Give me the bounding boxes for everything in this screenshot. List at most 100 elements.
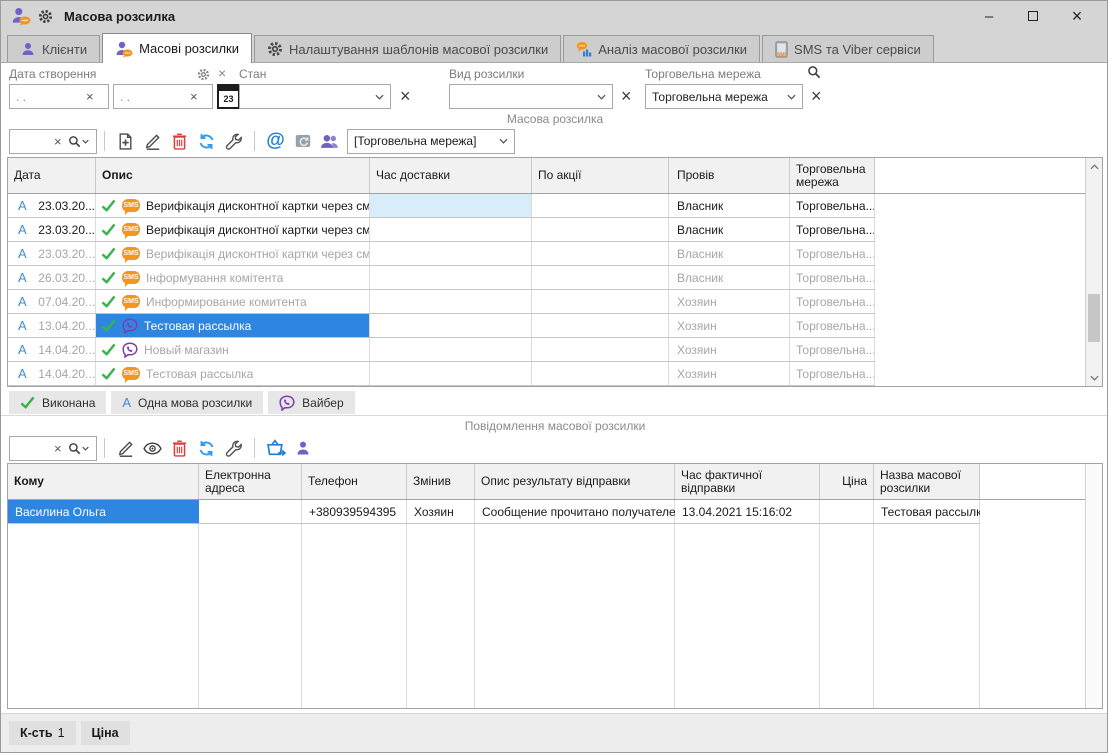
cell-trade-network[interactable]: Торговельна... — [790, 290, 875, 313]
cell-delivery-time[interactable] — [370, 218, 532, 241]
clear-mailing-kind-icon[interactable]: × — [621, 86, 632, 107]
cell-trade-network[interactable]: Торговельна... — [790, 194, 875, 217]
cell-description[interactable]: SMSВерифікація дисконтної картки через с… — [96, 242, 370, 265]
cell-promo[interactable] — [532, 242, 669, 265]
column-header-changed-by[interactable]: Змінив — [407, 464, 475, 499]
clear-trade-network-icon[interactable]: × — [811, 86, 822, 107]
cell-trade-network[interactable]: Торговельна... — [790, 338, 875, 361]
cell-description[interactable]: SMSВерифікація дисконтної картки через с… — [96, 194, 370, 217]
cell-date[interactable]: A14.04.20... — [8, 362, 96, 385]
column-header-delivery-time[interactable]: Час доставки — [370, 158, 532, 193]
cell-conducted-by[interactable]: Хозяин — [669, 290, 790, 313]
table-row[interactable]: Василина Ольга+380939594395ХозяинСообщен… — [8, 500, 980, 524]
cell-conducted-by[interactable]: Хозяин — [669, 314, 790, 337]
legend-item[interactable]: Виконана — [9, 391, 106, 414]
cell-conducted-by[interactable]: Хозяин — [669, 338, 790, 361]
cell-promo[interactable] — [532, 290, 669, 313]
cell-date[interactable]: A07.04.20... — [8, 290, 96, 313]
delete-button[interactable] — [166, 128, 193, 154]
email-button[interactable]: @ — [262, 128, 289, 154]
edit-button[interactable] — [139, 128, 166, 154]
cell-trade-network[interactable]: Торговельна... — [790, 242, 875, 265]
cell-date[interactable]: A23.03.20... — [8, 242, 96, 265]
tab-mailing-analysis[interactable]: Аналіз масової розсилки — [563, 35, 760, 62]
cell-description[interactable]: Новый магазин — [96, 338, 370, 361]
table-row[interactable]: A23.03.20...SMSВерифікація дисконтної ка… — [8, 194, 875, 218]
cell-trade-network[interactable]: Торговельна... — [790, 218, 875, 241]
search-input[interactable] — [10, 134, 48, 148]
cell-send-result[interactable]: Сообщение прочитано получателем — [475, 500, 675, 523]
cell-description[interactable]: SMSТестовая рассылка — [96, 362, 370, 385]
cell-send-time[interactable]: 13.04.2021 15:16:02 — [675, 500, 820, 523]
clear-state-icon[interactable]: × — [400, 86, 411, 107]
date-from-input[interactable] — [10, 90, 80, 104]
clear-search-icon[interactable]: × — [48, 441, 68, 456]
add-button[interactable] — [112, 128, 139, 154]
table-row[interactable]: A14.04.20...Новый магазин ХозяинТорговель… — [8, 338, 875, 362]
table-row[interactable]: A23.03.20...SMSВерифікація дисконтної ка… — [8, 218, 875, 242]
clear-date-to-icon[interactable]: × — [184, 89, 204, 104]
price-badge[interactable]: Ціна — [81, 721, 130, 745]
person-button[interactable] — [289, 435, 316, 461]
cell-changed-by[interactable]: Хозяин — [407, 500, 475, 523]
basket-button[interactable] — [262, 435, 289, 461]
refresh-button[interactable] — [193, 435, 220, 461]
cell-promo[interactable] — [532, 362, 669, 385]
date-to-field[interactable]: × — [113, 84, 213, 109]
cell-delivery-time[interactable] — [370, 314, 532, 337]
table-row[interactable]: A07.04.20...SMSИнформирование комитента Х… — [8, 290, 875, 314]
date-to-input[interactable] — [114, 90, 184, 104]
cell-promo[interactable] — [532, 266, 669, 289]
column-header-price[interactable]: Ціна — [820, 464, 874, 499]
cell-promo[interactable] — [532, 218, 669, 241]
tab-template-settings[interactable]: Налаштування шаблонів масової розсилки — [254, 35, 561, 62]
cell-delivery-time[interactable] — [370, 266, 532, 289]
cell-description[interactable]: SMSИнформирование комитента — [96, 290, 370, 313]
search-icon[interactable] — [68, 442, 81, 455]
cell-date[interactable]: A26.03.20... — [8, 266, 96, 289]
column-header-to[interactable]: Кому — [8, 464, 199, 499]
trade-network-select[interactable]: Торговельна мережа — [645, 84, 803, 109]
tab-mass-mailings[interactable]: Масові розсилки — [102, 33, 252, 63]
cell-description[interactable]: SMSІнформування комітента — [96, 266, 370, 289]
cell-date[interactable]: A13.04.20... — [8, 314, 96, 337]
column-header-date[interactable]: Дата — [8, 158, 96, 193]
filter-settings-icon[interactable] — [197, 68, 210, 81]
service-button[interactable] — [220, 435, 247, 461]
mailing-search-field[interactable]: × — [9, 129, 97, 154]
column-header-phone[interactable]: Телефон — [302, 464, 407, 499]
cell-delivery-time[interactable] — [370, 362, 532, 385]
service-button[interactable] — [220, 128, 247, 154]
calendar-button[interactable]: 23 — [217, 84, 240, 109]
column-header-email[interactable]: Електронна адреса — [199, 464, 302, 499]
cell-mailing-name[interactable]: Тестовая рассылка — [874, 500, 980, 523]
cell-price[interactable] — [820, 500, 874, 523]
close-button[interactable]: × — [1055, 1, 1099, 31]
cell-description[interactable]: SMSВерифікація дисконтної картки через с… — [96, 218, 370, 241]
legend-item[interactable]: AОдна мова розсилки — [111, 391, 263, 414]
cell-trade-network[interactable]: Торговельна... — [790, 314, 875, 337]
edit-button[interactable] — [112, 435, 139, 461]
clear-search-icon[interactable]: × — [48, 134, 68, 149]
cell-delivery-time[interactable] — [370, 290, 532, 313]
cell-trade-network[interactable]: Торговельна... — [790, 362, 875, 385]
cell-conducted-by[interactable]: Власник — [669, 218, 790, 241]
scroll-down-icon[interactable] — [1086, 369, 1102, 386]
recipients-button[interactable] — [316, 128, 343, 154]
cell-trade-network[interactable]: Торговельна... — [790, 266, 875, 289]
clear-date-from-icon[interactable]: × — [80, 89, 100, 104]
vertical-scrollbar[interactable] — [1085, 158, 1102, 386]
column-header-promo[interactable]: По акції — [532, 158, 669, 193]
scrollbar-thumb[interactable] — [1088, 294, 1100, 342]
delete-button[interactable] — [166, 435, 193, 461]
table-row[interactable]: A23.03.20...SMSВерифікація дисконтної ка… — [8, 242, 875, 266]
cell-conducted-by[interactable]: Власник — [669, 242, 790, 265]
cell-date[interactable]: A23.03.20... — [8, 194, 96, 217]
right-scroll-strip[interactable] — [1085, 464, 1102, 708]
cell-delivery-time[interactable] — [370, 242, 532, 265]
scroll-up-icon[interactable] — [1086, 158, 1102, 175]
email-sync-button[interactable] — [289, 128, 316, 154]
refresh-button[interactable] — [193, 128, 220, 154]
cell-promo[interactable] — [532, 338, 669, 361]
cell-date[interactable]: A14.04.20... — [8, 338, 96, 361]
